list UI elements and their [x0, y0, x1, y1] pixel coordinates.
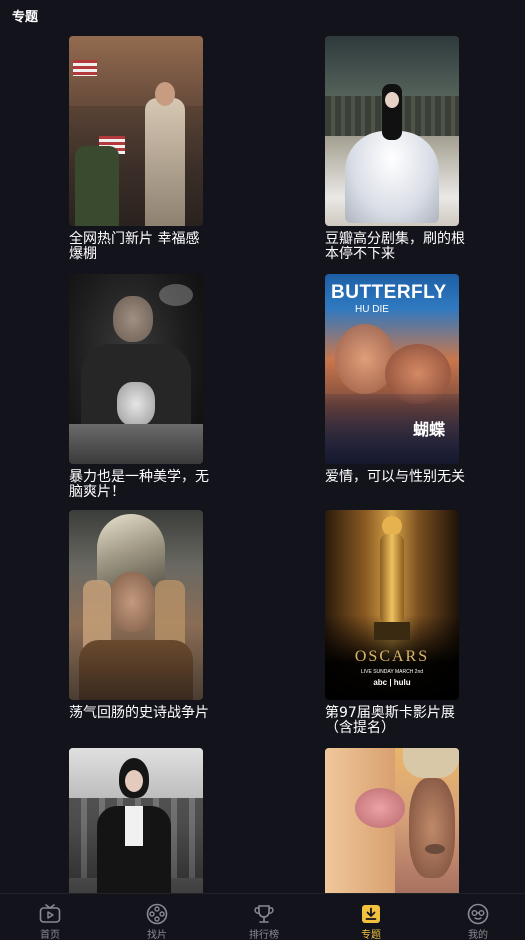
download-box-icon: [359, 902, 383, 925]
bottom-tab-bar: 首页 找片 排行榜 专题 我的: [0, 893, 525, 940]
topic-poster[interactable]: [69, 510, 203, 700]
topics-page: 全网热门新片 幸福感爆棚 豆瓣高分剧集，刷的根本停不下来 暴力也是一种美学，无脑…: [0, 0, 525, 940]
topic-card[interactable]: 全网热门新片 幸福感爆棚: [69, 36, 205, 262]
topic-card[interactable]: BUTTERFLY HU DIE 蝴蝶 爱情，可以与性别无关: [325, 274, 465, 485]
tab-rankings[interactable]: 排行榜: [234, 894, 294, 940]
trophy-icon: [252, 902, 276, 925]
topic-poster[interactable]: OSCARS LIVE SUNDAY MARCH 2nd abc | hulu: [325, 510, 459, 700]
film-reel-icon: [145, 902, 169, 925]
topic-title: 第97届奥斯卡影片展（含提名）: [325, 705, 455, 736]
topic-poster[interactable]: [69, 748, 203, 893]
topic-title: 爱情，可以与性别无关: [325, 469, 465, 485]
topic-poster[interactable]: [69, 36, 203, 226]
tab-home[interactable]: 首页: [20, 894, 80, 940]
topic-card[interactable]: [325, 748, 461, 893]
topic-poster[interactable]: [325, 36, 459, 226]
topic-grid: 全网热门新片 幸福感爆棚 豆瓣高分剧集，刷的根本停不下来 暴力也是一种美学，无脑…: [0, 0, 525, 893]
tab-label: 排行榜: [249, 930, 279, 940]
tab-find-films[interactable]: 找片: [127, 894, 187, 940]
tab-label: 我的: [468, 930, 488, 940]
tv-icon: [38, 902, 62, 925]
topic-card[interactable]: 暴力也是一种美学，无脑爽片！: [69, 274, 209, 500]
tab-label: 专题: [361, 930, 381, 940]
tab-label: 首页: [40, 930, 60, 940]
tab-label: 找片: [147, 930, 167, 940]
tab-topics[interactable]: 专题: [341, 894, 401, 940]
topic-poster[interactable]: [325, 748, 459, 893]
poster-cn-text: 蝴蝶: [412, 420, 445, 439]
glasses-face-icon: [466, 902, 490, 925]
poster-oscars-text: OSCARS: [354, 648, 430, 665]
topic-title: 暴力也是一种美学，无脑爽片！: [69, 469, 209, 500]
topic-title: 荡气回肠的史诗战争片: [69, 705, 209, 721]
topic-poster[interactable]: BUTTERFLY HU DIE 蝴蝶: [325, 274, 459, 464]
poster-title-text: BUTTERFLY: [331, 282, 447, 303]
topic-title: 豆瓣高分剧集，刷的根本停不下来: [325, 231, 465, 262]
topic-poster[interactable]: [69, 274, 203, 464]
topic-card[interactable]: OSCARS LIVE SUNDAY MARCH 2nd abc | hulu …: [325, 510, 461, 736]
topic-card[interactable]: 荡气回肠的史诗战争片: [69, 510, 209, 721]
tab-mine[interactable]: 我的: [448, 894, 508, 940]
poster-live-text: LIVE SUNDAY MARCH 2nd: [360, 669, 424, 675]
topic-card[interactable]: 豆瓣高分剧集，刷的根本停不下来: [325, 36, 465, 262]
page-title: 专题: [12, 10, 39, 25]
poster-subtitle-text: HU DIE: [355, 304, 389, 315]
topic-title: 全网热门新片 幸福感爆棚: [69, 231, 200, 262]
poster-brands-text: abc | hulu: [373, 678, 411, 687]
topic-card[interactable]: [69, 748, 205, 893]
